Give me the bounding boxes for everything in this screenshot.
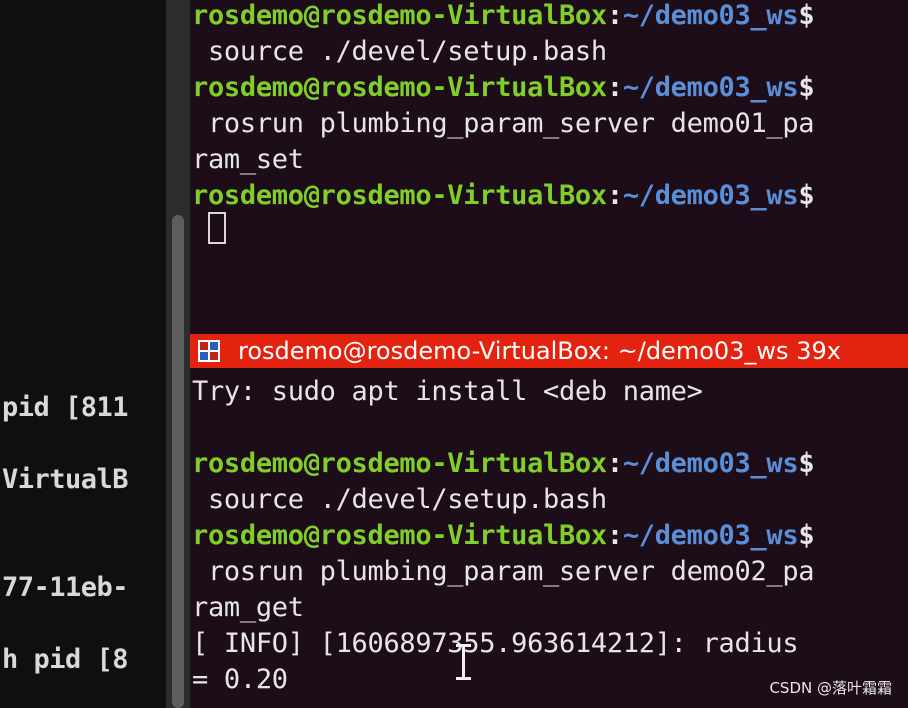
terminal-command-line: ram_get [192, 592, 304, 623]
terminal-window-title: rosdemo@rosdemo-VirtualBox: ~/demo03_ws … [238, 337, 841, 365]
terminal-output-line: [ INFO] [1606897355.963614212]: radius [192, 628, 799, 659]
terminal-command-line: source ./devel/setup.bash [192, 36, 607, 67]
terminal-titlebar[interactable]: rosdemo@rosdemo-VirtualBox: ~/demo03_ws … [190, 334, 908, 368]
bottom-terminal[interactable]: Try: sudo apt install <deb name> rosdemo… [190, 368, 908, 708]
vertical-scrollbar[interactable] [166, 0, 190, 708]
prompt-path: ~/demo03_ws [622, 520, 799, 551]
prompt-dollar: $ [798, 520, 815, 551]
terminal-prompt-line: rosdemo@rosdemo-VirtualBox:~/demo03_ws$ [192, 446, 815, 482]
terminal-command-line: ram_set [192, 144, 304, 175]
prompt-dollar: $ [798, 0, 815, 31]
prompt-user-host: rosdemo@rosdemo-VirtualBox [192, 448, 607, 479]
prompt-dollar: $ [798, 448, 815, 479]
terminal-cursor [208, 212, 226, 244]
terminal-output-line: Try: sudo apt install <deb name> [192, 376, 703, 407]
prompt-user-host: rosdemo@rosdemo-VirtualBox [192, 0, 607, 31]
prompt-separator: : [606, 180, 623, 211]
top-terminal[interactable]: rosdemo@rosdemo-VirtualBox:~/demo03_ws$ … [190, 0, 908, 334]
terminator-icon [198, 340, 220, 362]
left-terminal-line: VirtualB [2, 464, 129, 495]
left-terminal-pane[interactable]: pid [811 VirtualB 77-11eb- h pid [8 [0, 0, 166, 708]
watermark: CSDN @落叶霜霜 [769, 679, 892, 697]
prompt-dollar: $ [798, 180, 815, 211]
terminal-command-line: source ./devel/setup.bash [192, 484, 607, 515]
prompt-user-host: rosdemo@rosdemo-VirtualBox [192, 72, 607, 103]
prompt-path: ~/demo03_ws [622, 72, 799, 103]
prompt-user-host: rosdemo@rosdemo-VirtualBox [192, 180, 607, 211]
terminal-output-line: = 0.20 [192, 664, 288, 695]
terminal-command-line: rosrun plumbing_param_server demo02_pa [192, 556, 815, 587]
left-terminal-line: 77-11eb- [2, 572, 129, 603]
prompt-path: ~/demo03_ws [622, 180, 799, 211]
prompt-path: ~/demo03_ws [622, 448, 799, 479]
prompt-user-host: rosdemo@rosdemo-VirtualBox [192, 520, 607, 551]
left-terminal-line: pid [811 [2, 392, 129, 423]
prompt-separator: : [606, 448, 623, 479]
text-cursor-icon [456, 644, 471, 680]
left-terminal-line: h pid [8 [2, 644, 129, 675]
terminal-command-line: rosrun plumbing_param_server demo01_pa [192, 108, 815, 139]
terminal-prompt-line: rosdemo@rosdemo-VirtualBox:~/demo03_ws$ [192, 518, 815, 554]
prompt-path: ~/demo03_ws [622, 0, 799, 31]
prompt-separator: : [606, 72, 623, 103]
terminal-prompt-line: rosdemo@rosdemo-VirtualBox:~/demo03_ws$ [192, 70, 815, 106]
terminal-prompt-line: rosdemo@rosdemo-VirtualBox:~/demo03_ws$ [192, 0, 815, 34]
terminal-prompt-line: rosdemo@rosdemo-VirtualBox:~/demo03_ws$ [192, 178, 815, 214]
prompt-dollar: $ [798, 72, 815, 103]
prompt-separator: : [606, 0, 623, 31]
scrollbar-thumb[interactable] [172, 215, 184, 708]
prompt-separator: : [606, 520, 623, 551]
